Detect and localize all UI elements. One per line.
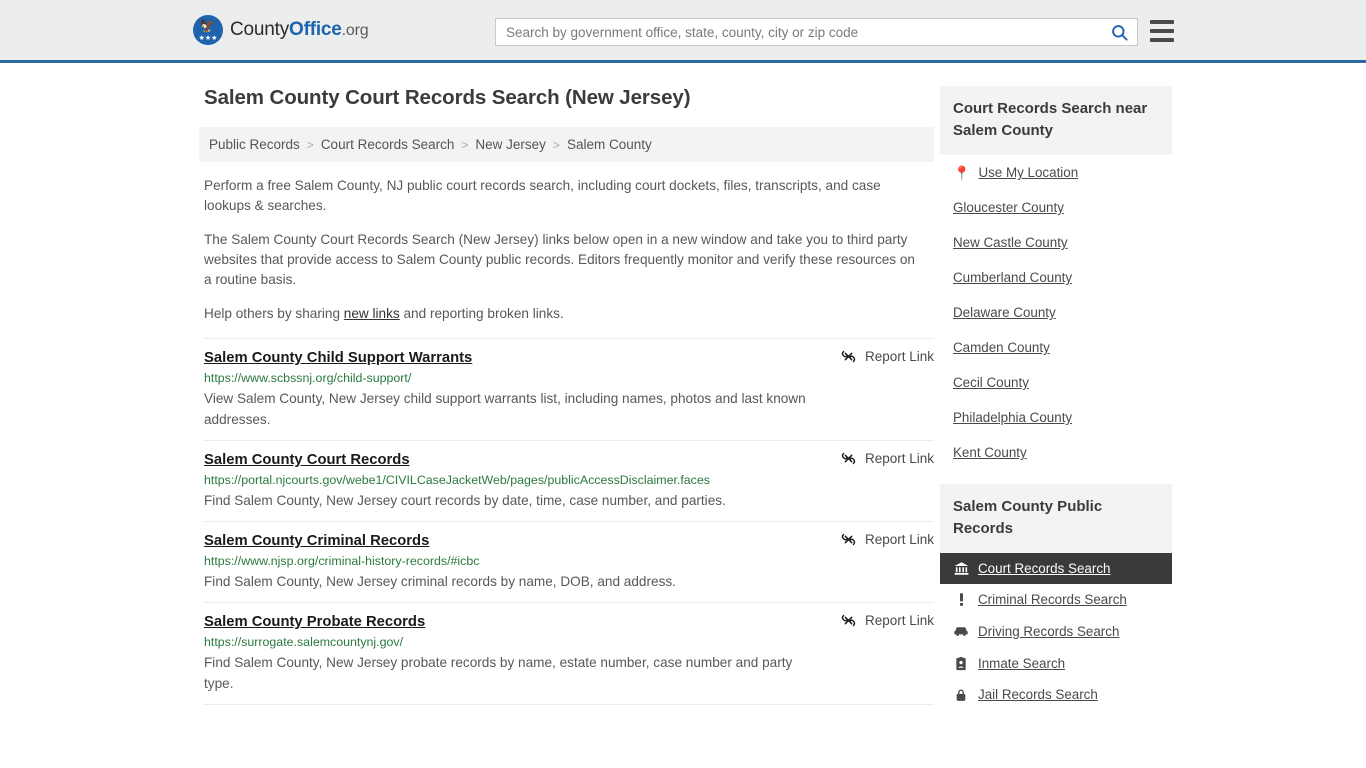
result-description: View Salem County, New Jersey child supp… [204,391,806,427]
counties-container: Gloucester County New Castle County Cumber… [940,190,1172,470]
result-item: Salem County Criminal Records https://www… [204,522,934,603]
courthouse-icon [953,561,969,576]
report-link-button[interactable]: Report Link [840,450,934,467]
broken-link-icon [841,350,856,363]
nearby-county-link[interactable]: Camden County [953,340,1050,355]
result-title[interactable]: Salem County Probate Records [204,614,425,630]
nearby-county-item[interactable]: Cecil County [940,365,1172,400]
public-records-item[interactable]: Driving Records Search [940,615,1172,648]
nearby-county-item[interactable]: Gloucester County [940,190,1172,225]
nearby-heading: Court Records Search near Salem County [940,86,1172,155]
public-records-link[interactable]: Court Records Search [978,561,1110,576]
sidebar: Court Records Search near Salem County 📍… [940,86,1172,710]
report-link-label: Report Link [864,532,934,547]
site-header: 🦅 ★★★ CountyOffice.org [0,0,1366,63]
public-records-item[interactable]: Jail Records Search [940,679,1172,710]
public-records-heading: Salem County Public Records [940,484,1172,553]
nearby-county-item[interactable]: Kent County [940,435,1172,470]
result-item: Salem County Probate Records https://surr… [204,603,934,705]
nearby-county-link[interactable]: Delaware County [953,305,1056,320]
breadcrumb-separator: > [306,137,314,152]
logo-county: County [230,19,290,40]
breadcrumb-separator: > [552,137,560,152]
nearby-county-item[interactable]: Delaware County [940,295,1172,330]
public-records-item[interactable]: Criminal Records Search [940,584,1172,615]
hamburger-menu-icon[interactable] [1150,20,1174,42]
result-title[interactable]: Salem County Child Support Warrants [204,350,472,366]
map-pin-icon: 📍 [953,164,971,181]
breadcrumb-item-new-jersey[interactable]: New Jersey [475,137,546,152]
result-item: Salem County Child Support Warrants https… [204,338,934,441]
nearby-county-link[interactable]: Kent County [953,445,1027,460]
intro-paragraph-3: Help others by sharing new links and rep… [204,304,934,324]
result-url: https://surrogate.salemcountynj.gov/ [204,635,404,649]
nearby-county-link[interactable]: Gloucester County [953,200,1064,215]
breadcrumb-separator: > [461,137,469,152]
page-title: Salem County Court Records Search (New J… [204,86,691,109]
main-content: Salem County Court Records Search (New J… [199,86,934,710]
public-records-link[interactable]: Jail Records Search [978,687,1098,702]
logo-office: Office [289,19,342,40]
eagle-seal-icon: 🦅 ★★★ [193,15,223,45]
intro-3-before: Help others by sharing [204,306,344,321]
public-records-link[interactable]: Criminal Records Search [978,592,1127,607]
breadcrumb: Public Records > Court Records Search > … [199,127,934,162]
public-records-item[interactable]: Court Records Search [940,553,1172,584]
logo-text: CountyOffice.org [230,19,369,41]
use-my-location-item[interactable]: 📍 Use My Location [940,155,1172,190]
breadcrumb-item-public-records[interactable]: Public Records [209,137,300,152]
result-description: Find Salem County, New Jersey court reco… [204,493,726,508]
nearby-counties-list: 📍 Use My Location [940,155,1172,190]
new-links-link[interactable]: new links [344,306,400,321]
intro-paragraph-2: The Salem County Court Records Search (N… [204,232,915,287]
intro-3-after: and reporting broken links. [399,306,564,321]
nearby-county-item[interactable]: Cumberland County [940,260,1172,295]
nearby-county-item[interactable]: Camden County [940,330,1172,365]
breadcrumb-item-court-records-search[interactable]: Court Records Search [321,137,455,152]
page-body: Salem County Court Records Search (New J… [0,63,1366,710]
result-title[interactable]: Salem County Criminal Records [204,533,429,549]
site-logo[interactable]: 🦅 ★★★ CountyOffice.org [193,15,369,45]
logo-org: .org [341,22,369,39]
report-link-button[interactable]: Report Link [840,348,934,365]
nearby-county-link[interactable]: New Castle County [953,235,1068,250]
use-my-location-link[interactable]: Use My Location [978,165,1078,180]
nearby-county-link[interactable]: Philadelphia County [953,410,1072,425]
nearby-county-item[interactable]: New Castle County [940,225,1172,260]
report-link-label: Report Link [864,349,934,364]
results-list: Salem County Child Support Warrants https… [199,338,934,705]
public-records-item[interactable]: Inmate Search [940,648,1172,679]
nearby-county-item[interactable]: Philadelphia County [940,400,1172,435]
report-link-button[interactable]: Report Link [840,531,934,548]
result-item: Salem County Court Records https://portal… [204,441,934,522]
search-input[interactable] [496,19,1101,45]
result-description: Find Salem County, New Jersey probate re… [204,655,793,691]
public-records-link[interactable]: Inmate Search [978,656,1065,671]
nearby-county-link[interactable]: Cecil County [953,375,1029,390]
search-button[interactable] [1101,19,1137,45]
result-description: Find Salem County, New Jersey criminal r… [204,574,676,589]
broken-link-icon [841,614,856,627]
result-title[interactable]: Salem County Court Records [204,452,410,468]
public-records-list: Court Records Search Criminal Records Sea… [940,553,1172,710]
broken-link-icon [841,533,856,546]
broken-link-icon [841,452,856,465]
car-icon [953,623,969,640]
report-link-button[interactable]: Report Link [840,612,934,629]
search-icon [1111,24,1128,41]
nearby-county-link[interactable]: Cumberland County [953,270,1072,285]
lock-icon [953,688,969,702]
search-bar[interactable] [495,18,1138,46]
exclamation-icon [953,592,969,607]
public-records-link[interactable]: Driving Records Search [978,624,1119,639]
result-url: https://www.scbssnj.org/child-support/ [204,371,412,385]
result-url: https://www.njsp.org/criminal-history-re… [204,554,480,568]
result-url: https://portal.njcourts.gov/webe1/CIVILC… [204,473,710,487]
id-badge-icon [953,656,969,671]
breadcrumb-item-salem-county[interactable]: Salem County [567,137,652,152]
report-link-label: Report Link [864,613,934,628]
intro-paragraph-1: Perform a free Salem County, NJ public c… [204,178,881,213]
report-link-label: Report Link [864,451,934,466]
